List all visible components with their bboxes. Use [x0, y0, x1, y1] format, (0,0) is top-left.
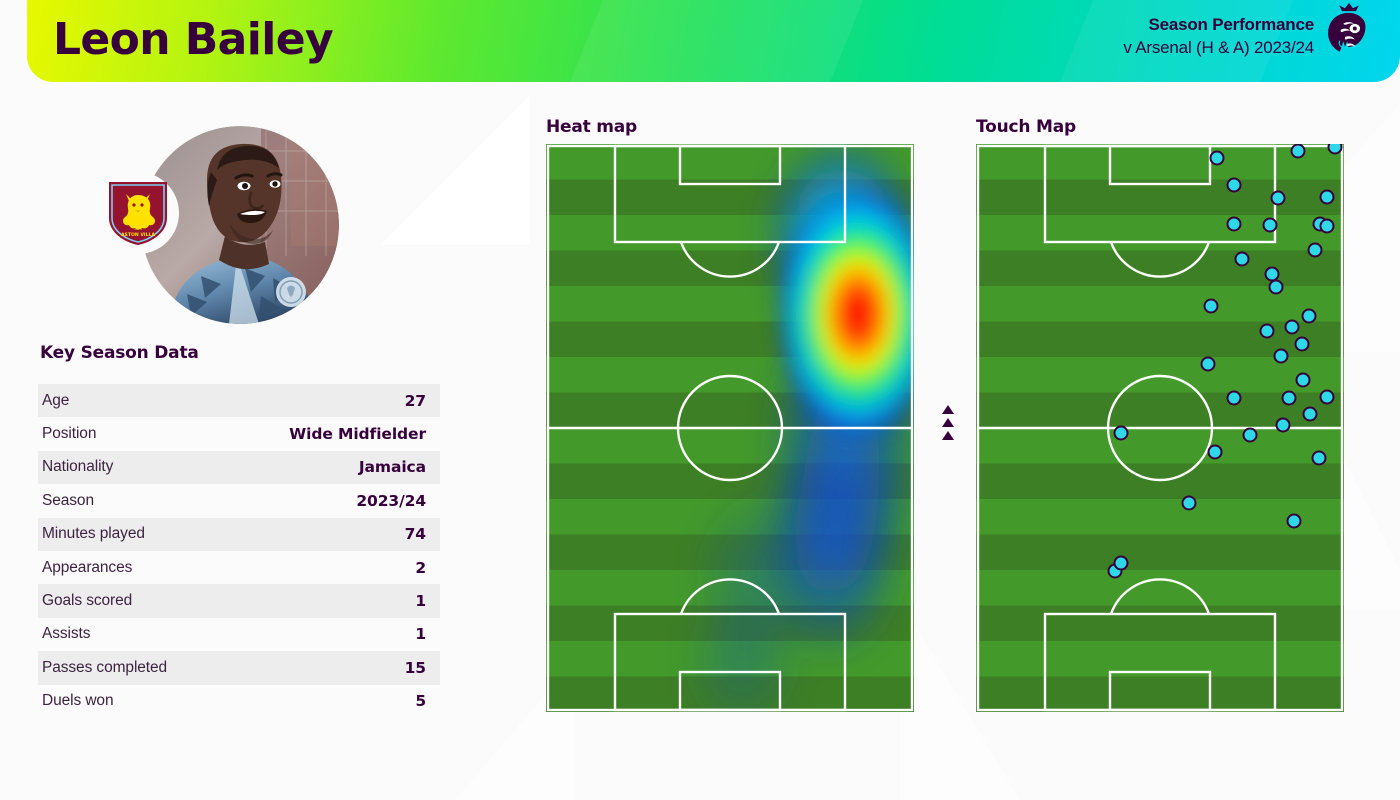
touch-point	[1226, 216, 1242, 232]
touch-point	[1275, 417, 1291, 433]
touch-point	[1203, 298, 1219, 314]
performance-subtitle: v Arsenal (H & A) 2023/24	[1123, 37, 1314, 57]
stat-value: 74	[404, 525, 426, 544]
stat-row: Goals scored 1	[38, 584, 440, 618]
club-badge-container: ASTON VILLA 1874	[97, 172, 179, 254]
touch-point	[1234, 251, 1250, 267]
touch-point	[1290, 144, 1306, 159]
touch-point	[1209, 150, 1225, 166]
touch-point	[1307, 242, 1323, 258]
stat-value: 2023/24	[356, 491, 426, 510]
stat-label: Goals scored	[42, 592, 133, 610]
page-title: Leon Bailey	[53, 14, 334, 65]
heatmap-pitch	[546, 144, 914, 712]
touch-point	[1295, 372, 1311, 388]
banner-sheen	[562, 0, 872, 82]
touch-point	[1270, 190, 1286, 206]
touch-point	[1294, 336, 1310, 352]
touch-point	[1281, 390, 1297, 406]
touch-point	[1181, 495, 1197, 511]
aston-villa-badge-icon: ASTON VILLA 1874	[109, 182, 167, 245]
svg-text:1874: 1874	[134, 227, 142, 231]
stat-label: Passes completed	[42, 658, 168, 676]
touch-point	[1259, 323, 1275, 339]
stat-label: Duels won	[42, 692, 114, 710]
stat-label: Age	[42, 391, 70, 409]
svg-text:ASTON VILLA: ASTON VILLA	[121, 232, 155, 238]
touch-point	[1242, 427, 1258, 443]
touch-point	[1113, 555, 1129, 571]
stat-row: Appearances 2	[38, 551, 440, 584]
stat-row: Passes completed 15	[38, 651, 440, 685]
stat-value: Wide Midfielder	[289, 425, 426, 444]
stat-label: Nationality	[42, 458, 114, 476]
premier-league-lion-icon	[1328, 3, 1366, 52]
touch-point	[1273, 348, 1289, 364]
stat-label: Appearances	[42, 558, 133, 576]
touch-point	[1226, 177, 1242, 193]
stat-value: 15	[404, 658, 426, 677]
stat-row: Position Wide Midfielder	[38, 417, 440, 450]
stat-value: 2	[415, 558, 426, 577]
stat-row: Assists 1	[38, 618, 440, 651]
touch-point	[1311, 450, 1327, 466]
stat-label: Position	[42, 425, 97, 443]
touch-point	[1226, 390, 1242, 406]
stat-label: Assists	[42, 625, 91, 643]
attack-direction-indicator	[938, 405, 958, 455]
stat-label: Season	[42, 491, 94, 509]
touch-point	[1319, 189, 1335, 205]
touch-point	[1268, 279, 1284, 295]
touch-point	[1302, 406, 1318, 422]
player-photo-block: ASTON VILLA 1874	[97, 126, 339, 324]
pitch-markings	[546, 144, 914, 712]
background-watermark	[380, 95, 530, 245]
touch-point	[1301, 308, 1317, 324]
stat-value: 1	[415, 625, 426, 644]
attack-direction-arrow-icon	[942, 405, 954, 414]
stat-row: Age 27	[38, 384, 440, 418]
stat-value: 5	[415, 692, 426, 711]
touch-point	[1113, 425, 1129, 441]
stat-value: 27	[404, 391, 426, 410]
touch-point	[1284, 319, 1300, 335]
performance-block: Season Performance v Arsenal (H & A) 202…	[1123, 14, 1314, 60]
stat-row: Duels won 5	[38, 685, 440, 718]
touchmap-heading: Touch Map	[976, 117, 1076, 137]
touchmap-pitch	[976, 144, 1344, 712]
touch-point	[1286, 513, 1302, 529]
touch-point	[1319, 218, 1335, 234]
attack-direction-arrow-icon	[942, 418, 954, 427]
stats-heading: Key Season Data	[40, 343, 199, 363]
heatmap-heading: Heat map	[546, 117, 638, 137]
stat-value: Jamaica	[358, 458, 426, 477]
header-banner: Leon Bailey Season Performance v Arsenal…	[27, 0, 1400, 82]
touch-point	[1319, 389, 1335, 405]
stat-label: Minutes played	[42, 525, 145, 543]
touch-point	[1200, 356, 1216, 372]
stat-row: Nationality Jamaica	[38, 450, 440, 485]
stat-value: 1	[415, 592, 426, 611]
stats-table: Age 27 Position Wide Midfielder Nationality J…	[38, 384, 440, 718]
infographic-root: Leon Bailey Season Performance v Arsenal…	[0, 0, 1400, 800]
performance-title: Season Performance	[1148, 15, 1314, 34]
touch-point	[1264, 266, 1280, 281]
touch-point	[1262, 217, 1278, 233]
touch-point	[1207, 444, 1223, 460]
attack-direction-arrow-icon	[942, 431, 954, 440]
stat-row: Season 2023/24	[38, 484, 440, 517]
stat-row: Minutes played 74	[38, 517, 440, 551]
